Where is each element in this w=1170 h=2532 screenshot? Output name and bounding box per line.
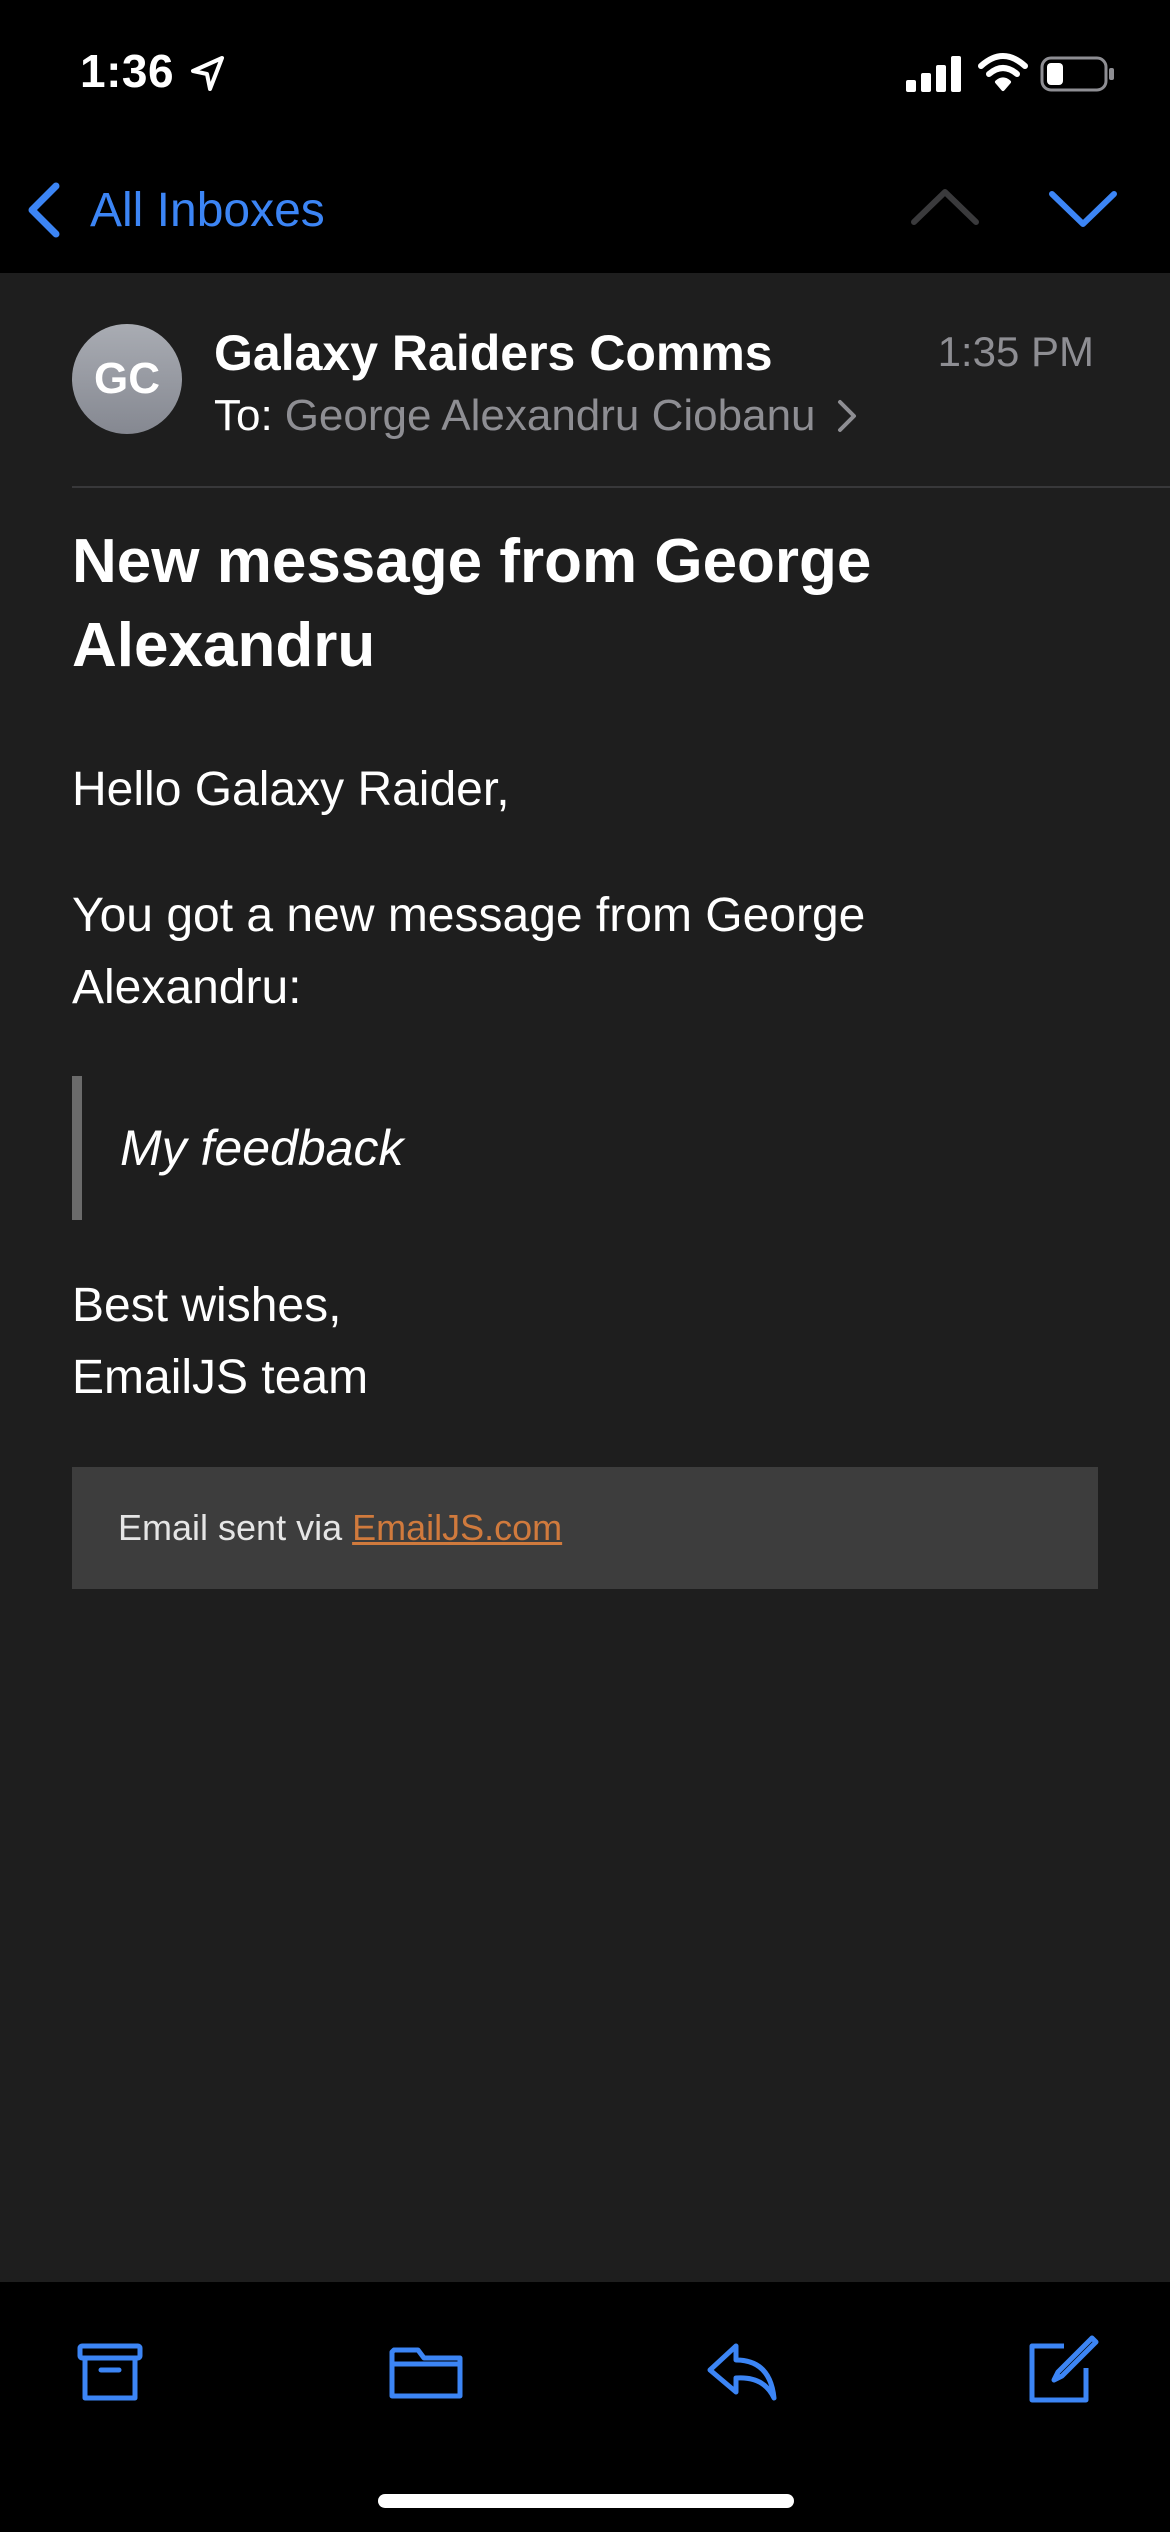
back-label: All Inboxes — [90, 183, 325, 237]
cellular-signal-icon — [906, 56, 961, 92]
status-time: 1:36 — [80, 45, 175, 97]
nav-bar: All Inboxes — [0, 150, 1170, 273]
folder-icon[interactable] — [386, 2332, 466, 2412]
recipient-name: George Alexandru Ciobanu — [284, 391, 816, 440]
home-indicator[interactable] — [378, 2494, 794, 2508]
quoted-message-text: My feedback — [120, 1120, 404, 1176]
quoted-message: My feedback — [72, 1076, 672, 1220]
footer-prefix: Email sent via — [118, 1507, 343, 1548]
chevron-left-icon — [28, 182, 60, 238]
back-button[interactable]: All Inboxes — [24, 170, 325, 250]
avatar[interactable]: GC — [72, 324, 182, 434]
signoff-line-1: Best wishes, — [72, 1279, 342, 1332]
compose-icon[interactable] — [1020, 2332, 1100, 2412]
reply-icon[interactable] — [702, 2332, 782, 2412]
sender-name[interactable]: Galaxy Raiders Comms — [214, 324, 773, 382]
battery-icon — [1040, 56, 1114, 92]
wifi-icon — [978, 53, 1028, 91]
email-signoff: Best wishes, EmailJS team — [72, 1270, 368, 1414]
next-message-chevron-down-icon[interactable] — [1046, 178, 1120, 238]
signoff-line-2: EmailJS team — [72, 1351, 369, 1404]
email-footer: Email sent via EmailJS.com — [72, 1467, 1098, 1589]
archive-icon[interactable] — [70, 2332, 150, 2412]
to-label: To: — [214, 391, 273, 440]
sent-time: 1:35 PM — [937, 328, 1094, 375]
previous-message-chevron-up-icon[interactable] — [908, 178, 982, 238]
header-divider — [72, 486, 1170, 488]
recipient-line[interactable]: To: George Alexandru Ciobanu — [214, 388, 858, 444]
footer-link[interactable]: EmailJS.com — [352, 1507, 562, 1549]
email-intro: You got a new message from George Alexan… — [72, 889, 866, 1014]
mail-screen: 1:36 All Inboxes GC Galaxy Raiders Comms… — [0, 0, 1170, 2532]
location-arrow-icon — [191, 56, 224, 91]
status-bar: 1:36 — [0, 0, 1170, 150]
email-subject: New message from George Alexandru — [72, 527, 872, 680]
email-greeting: Hello Galaxy Raider, — [72, 763, 510, 816]
chevron-right-icon — [837, 400, 856, 432]
